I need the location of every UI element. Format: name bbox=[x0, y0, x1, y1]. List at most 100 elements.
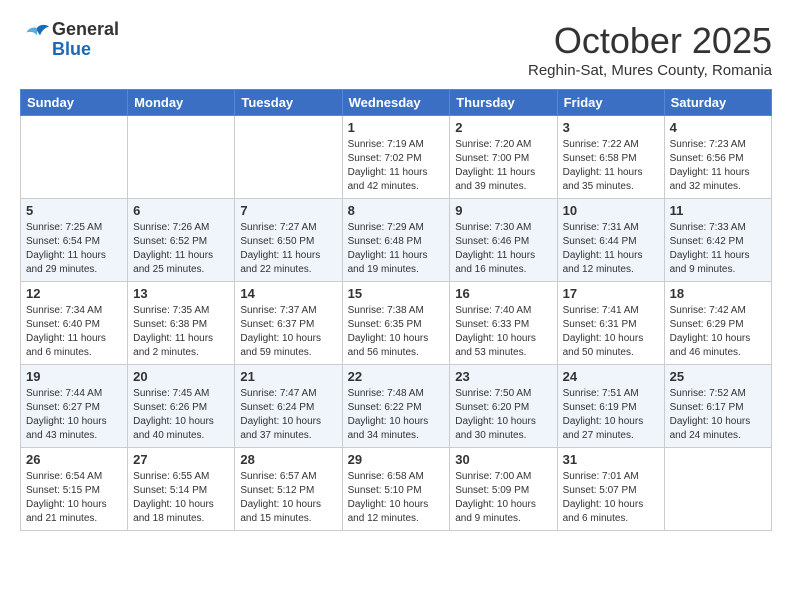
title-block: October 2025 Reghin-Sat, Mures County, R… bbox=[528, 20, 772, 79]
day-number: 14 bbox=[240, 286, 336, 301]
day-number: 10 bbox=[563, 203, 659, 218]
calendar-day-cell: 16 Sunrise: 7:40 AMSunset: 6:33 PMDayligh… bbox=[450, 282, 557, 365]
calendar-table: Sunday Monday Tuesday Wednesday Thursday… bbox=[20, 89, 772, 531]
calendar-day-cell bbox=[664, 448, 771, 531]
day-info: Sunrise: 7:41 AMSunset: 6:31 PMDaylight:… bbox=[563, 304, 659, 360]
day-info: Sunrise: 7:23 AMSunset: 6:56 PMDaylight:… bbox=[670, 138, 766, 194]
calendar-week-5: 26 Sunrise: 6:54 AMSunset: 5:15 PMDayligh… bbox=[21, 448, 772, 531]
day-number: 9 bbox=[455, 203, 551, 218]
day-number: 7 bbox=[240, 203, 336, 218]
day-number: 5 bbox=[26, 203, 122, 218]
day-info: Sunrise: 7:30 AMSunset: 6:46 PMDaylight:… bbox=[455, 221, 551, 277]
calendar-day-cell: 5 Sunrise: 7:25 AMSunset: 6:54 PMDaylight… bbox=[21, 199, 128, 282]
calendar-day-cell: 10Sunrise: 7:31 AMSunset: 6:44 PMDayligh… bbox=[557, 199, 664, 282]
day-info: Sunrise: 7:29 AMSunset: 6:48 PMDaylight:… bbox=[348, 221, 445, 277]
day-number: 8 bbox=[348, 203, 445, 218]
day-number: 24 bbox=[563, 369, 659, 384]
calendar-day-cell: 15 Sunrise: 7:38 AMSunset: 6:35 PMDayligh… bbox=[342, 282, 450, 365]
day-number: 13 bbox=[133, 286, 229, 301]
calendar-day-cell: 17 Sunrise: 7:41 AMSunset: 6:31 PMDayligh… bbox=[557, 282, 664, 365]
day-info: Sunrise: 6:55 AMSunset: 5:14 PMDaylight:… bbox=[133, 470, 229, 526]
calendar-day-cell: 19 Sunrise: 7:44 AMSunset: 6:27 PMDayligh… bbox=[21, 365, 128, 448]
day-info: Sunrise: 7:47 AMSunset: 6:24 PMDaylight:… bbox=[240, 387, 336, 443]
day-number: 28 bbox=[240, 452, 336, 467]
day-info: Sunrise: 7:40 AMSunset: 6:33 PMDaylight:… bbox=[455, 304, 551, 360]
location-subtitle: Reghin-Sat, Mures County, Romania bbox=[528, 62, 772, 79]
calendar-day-cell: 20 Sunrise: 7:45 AMSunset: 6:26 PMDayligh… bbox=[128, 365, 235, 448]
day-info: Sunrise: 7:34 AMSunset: 6:40 PMDaylight:… bbox=[26, 304, 122, 360]
day-number: 20 bbox=[133, 369, 229, 384]
day-number: 4 bbox=[670, 120, 766, 135]
day-info: Sunrise: 6:57 AMSunset: 5:12 PMDaylight:… bbox=[240, 470, 336, 526]
calendar-day-cell: 21 Sunrise: 7:47 AMSunset: 6:24 PMDayligh… bbox=[235, 365, 342, 448]
calendar-day-cell: 11 Sunrise: 7:33 AMSunset: 6:42 PMDayligh… bbox=[664, 199, 771, 282]
day-number: 19 bbox=[26, 369, 122, 384]
col-wednesday: Wednesday bbox=[342, 90, 450, 116]
day-info: Sunrise: 7:26 AMSunset: 6:52 PMDaylight:… bbox=[133, 221, 229, 277]
day-number: 6 bbox=[133, 203, 229, 218]
calendar-day-cell bbox=[235, 116, 342, 199]
day-info: Sunrise: 7:51 AMSunset: 6:19 PMDaylight:… bbox=[563, 387, 659, 443]
day-info: Sunrise: 7:44 AMSunset: 6:27 PMDaylight:… bbox=[26, 387, 122, 443]
calendar-day-cell: 23 Sunrise: 7:50 AMSunset: 6:20 PMDayligh… bbox=[450, 365, 557, 448]
day-info: Sunrise: 7:52 AMSunset: 6:17 PMDaylight:… bbox=[670, 387, 766, 443]
day-info: Sunrise: 7:01 AMSunset: 5:07 PMDaylight:… bbox=[563, 470, 659, 526]
day-number: 26 bbox=[26, 452, 122, 467]
day-info: Sunrise: 7:48 AMSunset: 6:22 PMDaylight:… bbox=[348, 387, 445, 443]
calendar-week-4: 19 Sunrise: 7:44 AMSunset: 6:27 PMDayligh… bbox=[21, 365, 772, 448]
day-number: 11 bbox=[670, 203, 766, 218]
day-number: 21 bbox=[240, 369, 336, 384]
day-info: Sunrise: 6:58 AMSunset: 5:10 PMDaylight:… bbox=[348, 470, 445, 526]
calendar-day-cell bbox=[21, 116, 128, 199]
calendar-day-cell: 14 Sunrise: 7:37 AMSunset: 6:37 PMDayligh… bbox=[235, 282, 342, 365]
day-info: Sunrise: 7:33 AMSunset: 6:42 PMDaylight:… bbox=[670, 221, 766, 277]
day-number: 3 bbox=[563, 120, 659, 135]
day-info: Sunrise: 7:38 AMSunset: 6:35 PMDaylight:… bbox=[348, 304, 445, 360]
col-tuesday: Tuesday bbox=[235, 90, 342, 116]
day-info: Sunrise: 7:25 AMSunset: 6:54 PMDaylight:… bbox=[26, 221, 122, 277]
calendar-day-cell: 24 Sunrise: 7:51 AMSunset: 6:19 PMDayligh… bbox=[557, 365, 664, 448]
calendar-week-2: 5 Sunrise: 7:25 AMSunset: 6:54 PMDaylight… bbox=[21, 199, 772, 282]
day-number: 1 bbox=[348, 120, 445, 135]
calendar-day-cell: 8 Sunrise: 7:29 AMSunset: 6:48 PMDaylight… bbox=[342, 199, 450, 282]
col-saturday: Saturday bbox=[664, 90, 771, 116]
month-title: October 2025 bbox=[528, 20, 772, 62]
day-info: Sunrise: 7:45 AMSunset: 6:26 PMDaylight:… bbox=[133, 387, 229, 443]
day-number: 12 bbox=[26, 286, 122, 301]
calendar-day-cell bbox=[128, 116, 235, 199]
day-number: 16 bbox=[455, 286, 551, 301]
day-number: 15 bbox=[348, 286, 445, 301]
col-monday: Monday bbox=[128, 90, 235, 116]
calendar-day-cell: 29Sunrise: 6:58 AMSunset: 5:10 PMDayligh… bbox=[342, 448, 450, 531]
logo-text: General Blue bbox=[52, 20, 119, 60]
calendar-day-cell: 28 Sunrise: 6:57 AMSunset: 5:12 PMDayligh… bbox=[235, 448, 342, 531]
col-thursday: Thursday bbox=[450, 90, 557, 116]
calendar-week-3: 12 Sunrise: 7:34 AMSunset: 6:40 PMDayligh… bbox=[21, 282, 772, 365]
day-number: 31 bbox=[563, 452, 659, 467]
calendar-day-cell: 2Sunrise: 7:20 AMSunset: 7:00 PMDaylight… bbox=[450, 116, 557, 199]
calendar-day-cell: 3 Sunrise: 7:22 AMSunset: 6:58 PMDaylight… bbox=[557, 116, 664, 199]
day-info: Sunrise: 7:22 AMSunset: 6:58 PMDaylight:… bbox=[563, 138, 659, 194]
calendar-day-cell: 30Sunrise: 7:00 AMSunset: 5:09 PMDayligh… bbox=[450, 448, 557, 531]
day-info: Sunrise: 7:19 AMSunset: 7:02 PMDaylight:… bbox=[348, 138, 445, 194]
calendar-day-cell: 31 Sunrise: 7:01 AMSunset: 5:07 PMDayligh… bbox=[557, 448, 664, 531]
day-number: 23 bbox=[455, 369, 551, 384]
day-number: 22 bbox=[348, 369, 445, 384]
day-number: 25 bbox=[670, 369, 766, 384]
logo-icon bbox=[22, 22, 52, 52]
calendar-day-cell: 9 Sunrise: 7:30 AMSunset: 6:46 PMDaylight… bbox=[450, 199, 557, 282]
day-info: Sunrise: 7:50 AMSunset: 6:20 PMDaylight:… bbox=[455, 387, 551, 443]
col-sunday: Sunday bbox=[21, 90, 128, 116]
day-info: Sunrise: 6:54 AMSunset: 5:15 PMDaylight:… bbox=[26, 470, 122, 526]
day-info: Sunrise: 7:00 AMSunset: 5:09 PMDaylight:… bbox=[455, 470, 551, 526]
calendar-day-cell: 7 Sunrise: 7:27 AMSunset: 6:50 PMDaylight… bbox=[235, 199, 342, 282]
day-info: Sunrise: 7:27 AMSunset: 6:50 PMDaylight:… bbox=[240, 221, 336, 277]
page-header: General Blue October 2025 Reghin-Sat, Mu… bbox=[20, 20, 772, 79]
day-number: 27 bbox=[133, 452, 229, 467]
day-info: Sunrise: 7:37 AMSunset: 6:37 PMDaylight:… bbox=[240, 304, 336, 360]
day-info: Sunrise: 7:35 AMSunset: 6:38 PMDaylight:… bbox=[133, 304, 229, 360]
day-number: 18 bbox=[670, 286, 766, 301]
calendar-day-cell: 12 Sunrise: 7:34 AMSunset: 6:40 PMDayligh… bbox=[21, 282, 128, 365]
day-number: 17 bbox=[563, 286, 659, 301]
day-info: Sunrise: 7:42 AMSunset: 6:29 PMDaylight:… bbox=[670, 304, 766, 360]
